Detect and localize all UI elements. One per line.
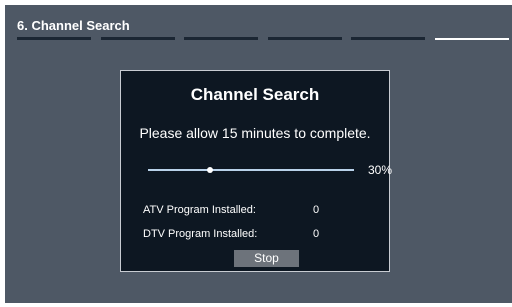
channel-search-dialog: Channel Search Please allow 15 minutes t… [120, 70, 393, 272]
atv-installed-count: 0 [313, 204, 320, 216]
progress-percent-label: 30% [368, 163, 393, 177]
step-title: 6. Channel Search [17, 18, 130, 33]
step-segment-4 [267, 37, 342, 40]
step-segment-5 [351, 37, 426, 40]
search-progress-bar [148, 167, 354, 173]
dtv-installed-label: DTV Program Installed: [143, 228, 258, 240]
atv-installed-label: ATV Program Installed: [143, 204, 256, 216]
wizard-screen: 6. Channel Search Channel Search Please … [5, 5, 512, 303]
dtv-installed-count: 0 [313, 228, 320, 240]
dialog-message: Please allow 15 minutes to complete. [139, 125, 371, 141]
step-segment-1 [17, 37, 91, 40]
step-segment-6 [435, 38, 509, 40]
step-segment-2 [100, 37, 175, 40]
step-progress-indicator [17, 37, 509, 41]
progress-knob [206, 167, 213, 173]
stop-button[interactable]: Stop [234, 250, 299, 267]
step-segment-3 [184, 37, 259, 40]
dialog-title: Channel Search [190, 85, 320, 104]
